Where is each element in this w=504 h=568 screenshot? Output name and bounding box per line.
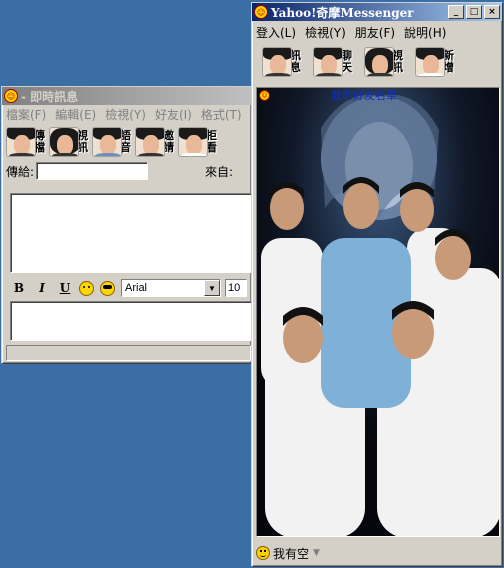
recipient-input[interactable] xyxy=(36,162,149,180)
ym-add-face-icon xyxy=(415,47,445,77)
ym-add-button[interactable]: 新增 xyxy=(415,46,454,78)
friends-icon: ☺ xyxy=(259,89,270,101)
im-block-button[interactable]: 拒看 xyxy=(178,126,217,158)
friends-list-label[interactable]: 我的好友名單 xyxy=(331,88,397,103)
im-send-file-face-icon xyxy=(6,127,36,157)
minimize-icon[interactable]: _ xyxy=(448,5,464,19)
close-icon[interactable]: × xyxy=(484,5,500,19)
cool-emoticon-icon[interactable] xyxy=(100,280,115,296)
yahoo-smiley-icon: ☺ xyxy=(254,5,268,19)
underline-button[interactable]: U xyxy=(56,279,74,297)
im-menu-format[interactable]: 格式(T) xyxy=(201,106,242,123)
ym-menu-view[interactable]: 檢視(Y) xyxy=(305,24,346,41)
format-toolbar: B I U Arial ▼ 10 xyxy=(10,277,253,299)
status-bar[interactable]: 我有空 ▼ xyxy=(256,543,500,563)
message-history-area[interactable] xyxy=(10,193,253,273)
ym-message-button[interactable]: 訊息 xyxy=(262,46,301,78)
ym-title-bar[interactable]: ☺ Yahoo!奇摩Messenger _ □ × xyxy=(252,3,502,21)
im-window-title: - 即時訊息 xyxy=(21,89,79,104)
window-controls: _ □ × xyxy=(446,5,500,19)
ym-message-face-icon xyxy=(262,47,292,77)
im-menu-friends[interactable]: 好友(I) xyxy=(155,106,192,123)
im-menu-view[interactable]: 檢視(Y) xyxy=(105,106,146,123)
to-label: 傳給: xyxy=(6,164,35,179)
ym-menu-login[interactable]: 登入(L) xyxy=(256,24,296,41)
compose-message-input[interactable] xyxy=(10,301,253,341)
ym-chat-button[interactable]: 聊天 xyxy=(313,46,352,78)
im-menu-bar: 檔案(F) 編輯(E) 檢視(Y) 好友(I) 格式(T) xyxy=(2,105,251,124)
from-label: 來自: xyxy=(204,164,233,179)
im-menu-edit[interactable]: 編輯(E) xyxy=(55,106,96,123)
im-menu-file[interactable]: 檔案(F) xyxy=(6,106,46,123)
im-window-icon: ☺ xyxy=(4,89,18,103)
im-voice-button[interactable]: 語音 xyxy=(92,126,131,158)
ym-window-title: Yahoo!奇摩Messenger xyxy=(271,5,414,20)
friends-list-panel[interactable]: ☺ 我的好友名單 xyxy=(256,87,500,537)
ym-menu-help[interactable]: 說明(H) xyxy=(404,24,446,41)
font-family-select[interactable]: Arial ▼ xyxy=(121,279,221,297)
bold-button[interactable]: B xyxy=(10,279,28,297)
dropdown-arrow-icon[interactable]: ▼ xyxy=(204,280,220,296)
ym-video-button[interactable]: 視訊 xyxy=(364,46,403,78)
ym-menu-friends[interactable]: 朋友(F) xyxy=(355,24,395,41)
status-text[interactable]: 我有空 xyxy=(273,545,309,562)
ym-menu-bar: 登入(L) 檢視(Y) 朋友(F) 說明(H) xyxy=(252,23,502,42)
im-status-bar xyxy=(6,345,251,361)
messenger-window: ☺ Yahoo!奇摩Messenger _ □ × 登入(L) 檢視(Y) 朋友… xyxy=(251,2,503,567)
friends-header-row: ☺ 我的好友名單 xyxy=(257,88,499,103)
ym-toolbar: 訊息 聊天 視訊 新增 xyxy=(252,42,502,82)
background-photo xyxy=(257,88,499,536)
im-send-file-button[interactable]: 傳檔 xyxy=(6,126,45,158)
ym-chat-face-icon xyxy=(313,47,343,77)
im-recipient-row: 傳給: 來自: xyxy=(2,160,251,182)
im-invite-button[interactable]: 邀請 xyxy=(135,126,174,158)
maximize-icon[interactable]: □ xyxy=(466,5,482,19)
font-family-value: Arial xyxy=(125,282,148,294)
im-voice-face-icon xyxy=(92,127,122,157)
im-video-button[interactable]: 視訊 xyxy=(49,126,88,158)
emoticon-icon[interactable] xyxy=(79,280,94,296)
im-title-bar[interactable]: ☺ - 即時訊息 xyxy=(2,87,251,105)
im-video-face-icon xyxy=(49,127,79,157)
ym-video-face-icon xyxy=(364,47,394,77)
font-size-select[interactable]: 10 xyxy=(225,279,247,297)
instant-message-window: ☺ - 即時訊息 檔案(F) 編輯(E) 檢視(Y) 好友(I) 格式(T) 傳… xyxy=(1,86,253,364)
smiley-icon xyxy=(256,546,270,560)
italic-button[interactable]: I xyxy=(33,279,51,297)
dropdown-arrow-icon[interactable]: ▼ xyxy=(313,548,320,558)
im-toolbar: 傳檔 視訊 語音 邀請 拒看 xyxy=(2,124,251,160)
im-block-face-icon xyxy=(178,127,208,157)
im-invite-face-icon xyxy=(135,127,165,157)
